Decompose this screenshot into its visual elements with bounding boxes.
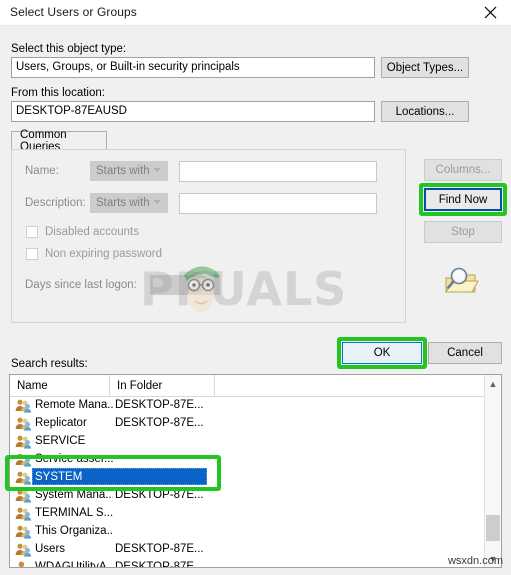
name-operator-select[interactable]: Starts with [90,161,168,181]
disabled-accounts-label: Disabled accounts [45,226,139,238]
ok-button[interactable]: OK [342,342,422,364]
scroll-up-icon[interactable]: ▲ [485,375,501,392]
table-row[interactable]: Users DESKTOP-87E... [10,540,501,558]
tab-common-queries[interactable]: Common Queries [11,129,107,153]
cell-name: This Organiza... [35,525,113,537]
close-icon[interactable] [470,0,511,25]
group-icon [15,416,32,431]
name-input[interactable] [179,161,377,182]
cell-name: TERMINAL S... [35,507,113,519]
title-bar: Select Users or Groups [0,0,511,26]
table-row[interactable]: This Organiza... [10,522,501,540]
cell-name: WDAGUtilityA... [35,561,113,568]
object-type-label: Select this object type: [11,43,127,55]
locations-button[interactable]: Locations... [381,101,469,122]
description-operator-select[interactable]: Starts with [90,193,168,213]
group-icon [15,398,32,413]
group-icon [15,434,32,449]
cell-in-folder: DESKTOP-87E... [115,543,204,555]
table-row[interactable]: Service asser... [10,450,501,468]
scrollbar-thumb[interactable] [486,515,500,541]
group-icon [15,452,32,467]
list-vertical-scrollbar[interactable]: ▲ ▼ [484,375,501,567]
location-field[interactable]: DESKTOP-87EAUSD [11,101,375,122]
table-row[interactable]: System Mana... DESKTOP-87E... [10,486,501,504]
cell-in-folder: DESKTOP-87E... [115,561,204,568]
checkbox-box [26,226,38,238]
table-row[interactable]: SERVICE [10,432,501,450]
appuals-mascot-icon [184,266,220,312]
description-operator-value: Starts with [96,197,150,209]
days-since-last-logon-label: Days since last logon: [25,279,137,291]
search-results-label: Search results: [11,358,88,370]
location-label: From this location: [11,87,105,99]
group-icon [15,524,32,539]
table-row[interactable]: WDAGUtilityA... DESKTOP-87E... [10,558,501,568]
user-shield-icon [15,560,31,568]
cell-name: Replicator [35,417,87,429]
tab-strip: Common Queries [11,129,406,153]
list-rows: Remote Mana... DESKTOP-87E... Replicator DE… [10,396,501,568]
appuals-watermark: PPUALS [140,262,348,316]
window-title: Select Users or Groups [10,5,137,19]
stop-button[interactable]: Stop [424,221,502,243]
table-row-selected[interactable]: SYSTEM [10,468,501,486]
list-column-headers: Name In Folder [10,375,501,397]
disabled-accounts-checkbox[interactable]: Disabled accounts [26,226,139,238]
search-results-list[interactable]: Name In Folder Remote Mana... DESKTOP-87E… [9,374,502,568]
magnifier-folder-icon [443,265,479,297]
cell-in-folder: DESKTOP-87E... [115,399,204,411]
column-header-name[interactable]: Name [10,375,110,396]
non-expiring-password-label: Non expiring password [45,248,162,260]
name-operator-value: Starts with [96,165,150,177]
columns-button[interactable]: Columns... [424,159,502,181]
chevron-down-icon [153,168,161,172]
name-label: Name: [25,165,59,177]
table-row[interactable]: Remote Mana... DESKTOP-87E... [10,396,501,414]
non-expiring-password-checkbox[interactable]: Non expiring password [26,248,162,260]
cancel-button[interactable]: Cancel [428,342,502,364]
table-row[interactable]: Replicator DESKTOP-87E... [10,414,501,432]
cell-name: Service asser... [35,453,113,465]
group-icon [15,542,32,557]
cell-name: Remote Mana... [35,399,113,411]
description-input[interactable] [179,193,377,214]
column-header-in-folder[interactable]: In Folder [110,375,215,396]
chevron-down-icon [153,200,161,204]
checkbox-box [26,248,38,260]
object-types-button[interactable]: Object Types... [381,57,469,78]
cell-in-folder: DESKTOP-87E... [115,417,204,429]
group-icon [15,506,32,521]
find-now-button[interactable]: Find Now [424,188,502,211]
select-users-or-groups-dialog: Select Users or Groups Select this objec… [0,0,511,575]
object-type-field[interactable]: Users, Groups, or Built-in security prin… [11,57,375,78]
cell-name: SERVICE [35,435,86,447]
wsxdn-watermark: wsxdn.com [447,555,503,567]
table-row[interactable]: TERMINAL S... [10,504,501,522]
cell-name: SYSTEM [35,471,83,483]
cell-in-folder: DESKTOP-87E... [115,489,204,501]
group-icon [15,470,32,485]
cell-name: System Mana... [35,489,113,501]
cell-name: Users [35,543,66,555]
description-label: Description: [25,197,86,209]
group-icon [15,488,32,503]
